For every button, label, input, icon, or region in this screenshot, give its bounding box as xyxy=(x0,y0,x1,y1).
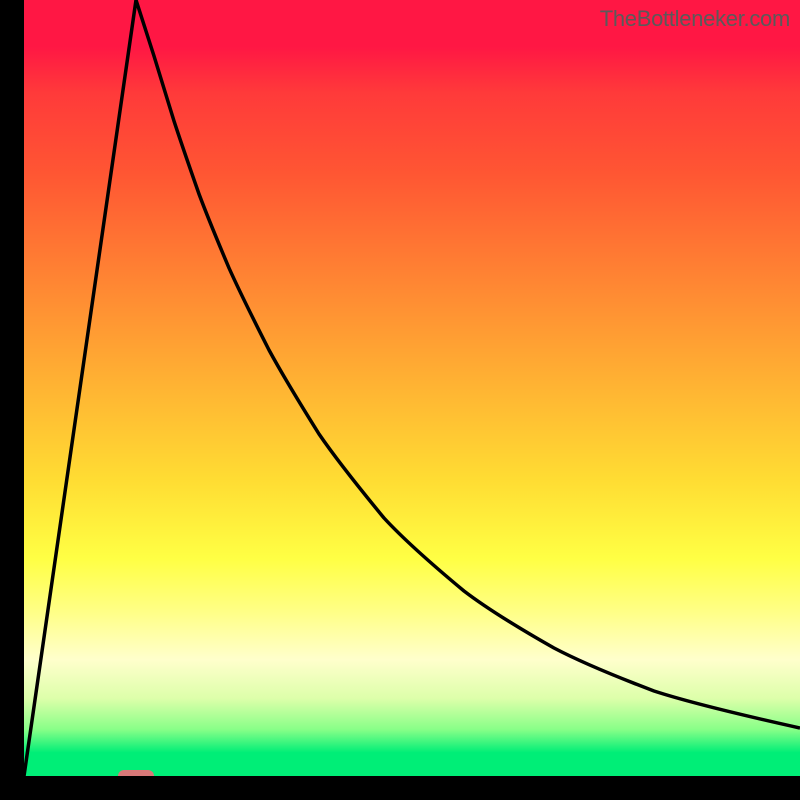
bottom-border xyxy=(0,776,800,800)
left-border xyxy=(0,0,24,800)
watermark-text: TheBottleneker.com xyxy=(600,6,790,32)
chart-area xyxy=(24,0,800,776)
chart-curve xyxy=(24,0,800,776)
